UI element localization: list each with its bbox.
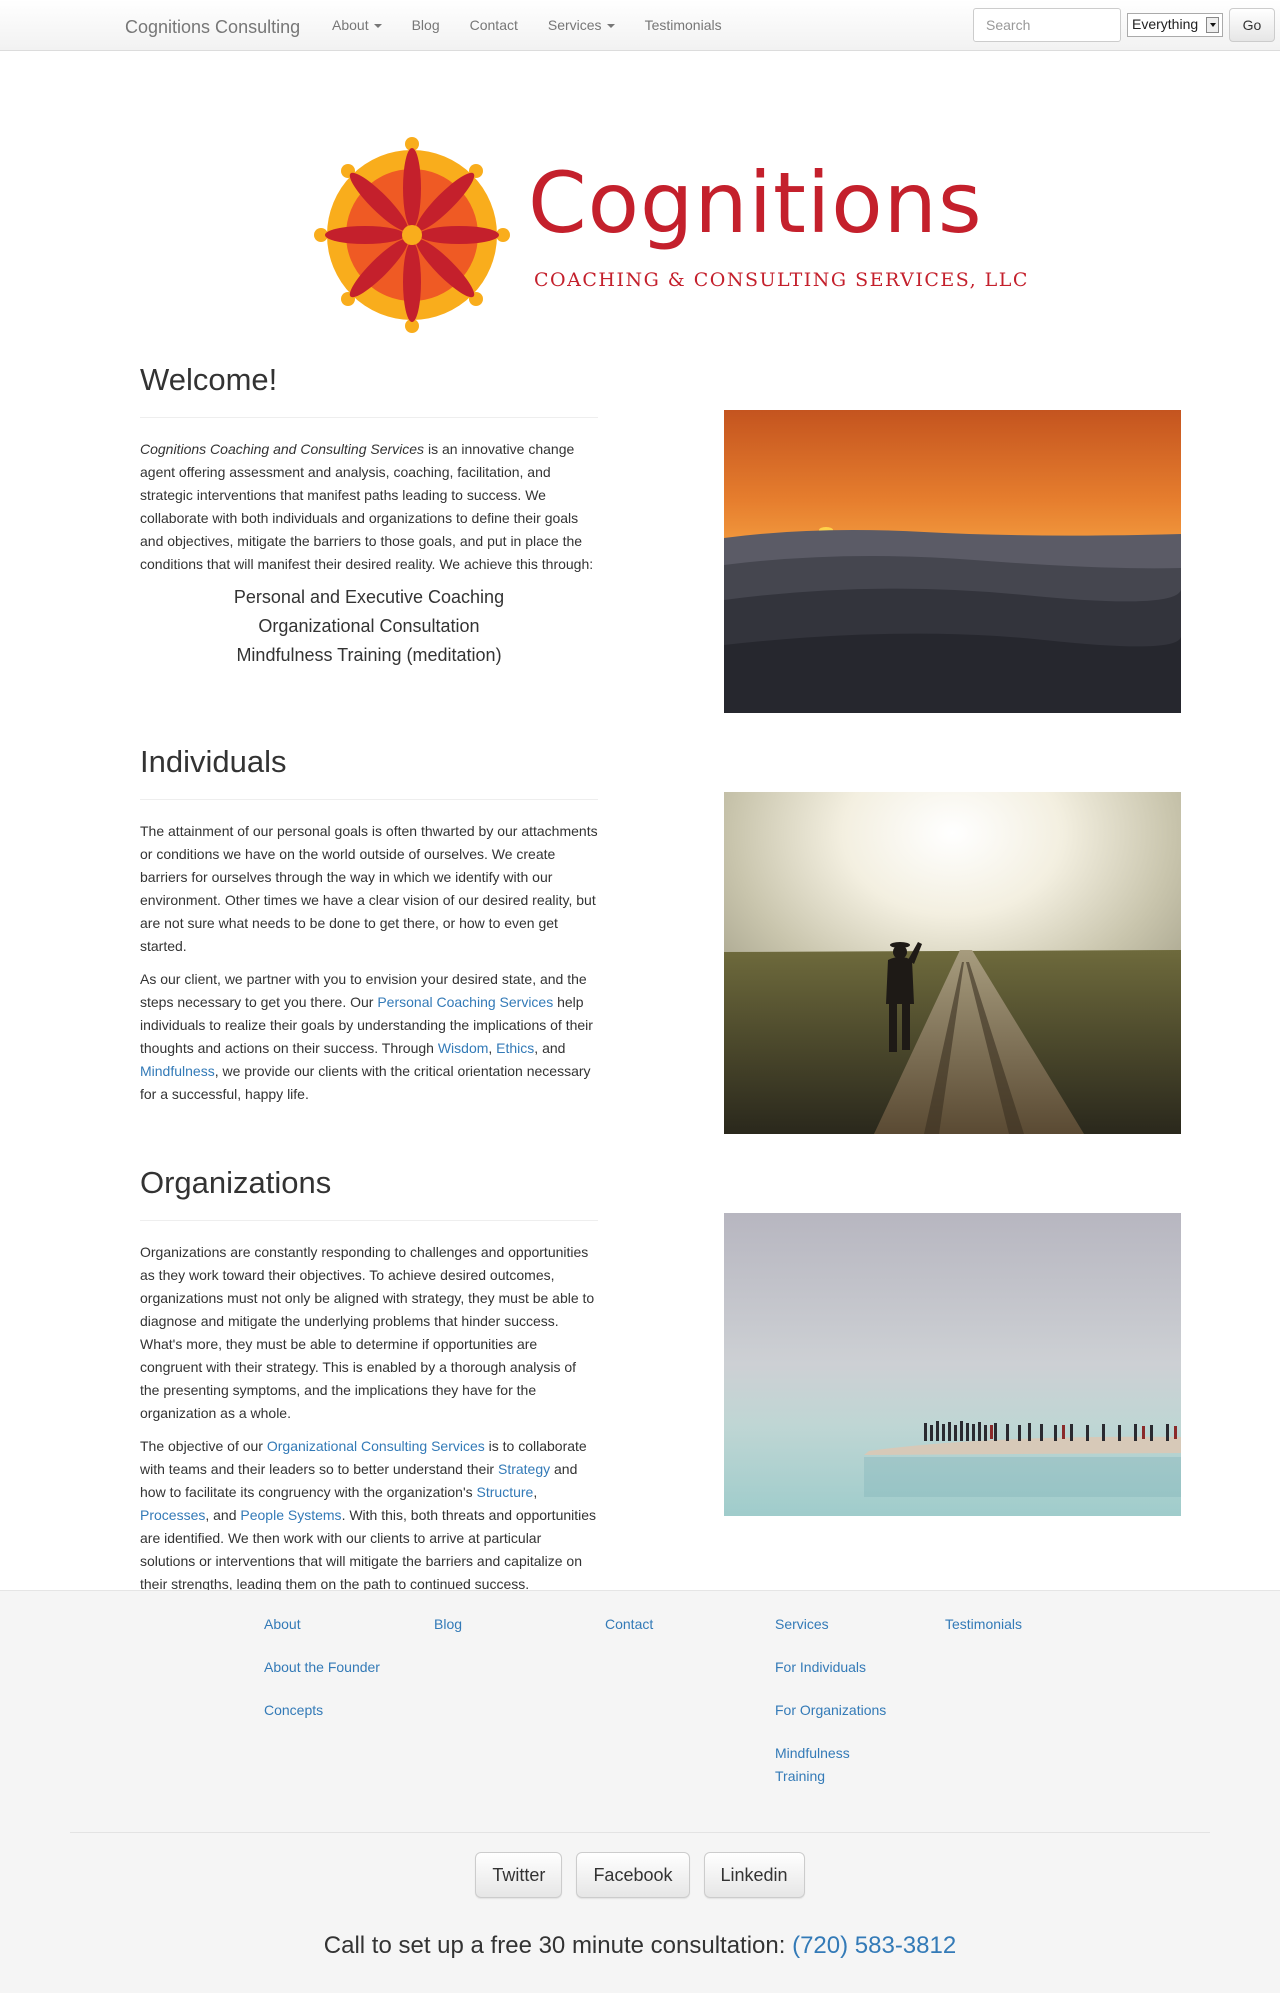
service-item: Organizational Consultation bbox=[258, 616, 480, 637]
site-footer: About About the Founder Concepts Blog Co… bbox=[0, 1590, 1280, 1993]
nav-menu: About Blog Contact Services Testimonials bbox=[332, 0, 752, 51]
footer-link-about-founder[interactable]: About the Founder bbox=[264, 1656, 414, 1679]
text-span: , bbox=[533, 1484, 538, 1501]
mindfulness-link[interactable]: Mindfulness bbox=[140, 1063, 215, 1079]
company-name-italic: Cognitions Coaching and Consulting Servi… bbox=[140, 441, 425, 458]
brand-link[interactable]: Cognitions Consulting bbox=[125, 13, 300, 43]
service-item: Personal and Executive Coaching bbox=[233, 587, 505, 608]
footer-divider bbox=[70, 1832, 1210, 1833]
footer-column-about: About About the Founder Concepts bbox=[264, 1613, 414, 1742]
search-scope-value: Everything bbox=[1132, 16, 1199, 33]
organizations-title: Organizations bbox=[140, 1165, 598, 1222]
strategy-link[interactable]: Strategy bbox=[498, 1461, 550, 1477]
dropdown-arrow-icon bbox=[1206, 17, 1219, 33]
top-navbar: Cognitions Consulting About Blog Contact… bbox=[0, 0, 1280, 51]
ethics-link[interactable]: Ethics bbox=[496, 1040, 534, 1056]
footer-column-contact: Contact bbox=[605, 1613, 755, 1656]
welcome-section: Welcome! Cognitions Coaching and Consult… bbox=[140, 362, 598, 670]
main-content: Welcome! Cognitions Coaching and Consult… bbox=[55, 299, 1225, 1641]
footer-link-for-individuals[interactable]: For Individuals bbox=[775, 1656, 900, 1679]
walker-on-dirt-road-image bbox=[724, 792, 1181, 1134]
logo-wordmark: Cognitions bbox=[528, 154, 983, 252]
linkedin-button[interactable]: Linkedin bbox=[703, 1852, 805, 1898]
individuals-section: Individuals The attainment of our person… bbox=[140, 744, 598, 1116]
text-span: , and bbox=[534, 1040, 566, 1057]
services-list: Personal and Executive Coaching Organiza… bbox=[140, 583, 598, 670]
phone-link[interactable]: (720) 583-3812 bbox=[792, 1932, 956, 1959]
footer-column-testimonials: Testimonials bbox=[945, 1613, 1095, 1656]
logo-tagline: COACHING & CONSULTING SERVICES, LLC bbox=[534, 269, 1029, 291]
footer-link-blog[interactable]: Blog bbox=[434, 1613, 584, 1636]
nav-about[interactable]: About bbox=[332, 14, 382, 37]
search-scope-select[interactable]: Everything bbox=[1127, 13, 1223, 37]
social-buttons: Twitter Facebook Linkedin bbox=[0, 1852, 1280, 1898]
organizations-paragraph-2: The objective of our Organizational Cons… bbox=[140, 1435, 598, 1596]
footer-link-services[interactable]: Services bbox=[775, 1613, 900, 1636]
nav-services-label: Services bbox=[547, 16, 602, 33]
nav-contact[interactable]: Contact bbox=[470, 14, 518, 37]
search-input[interactable] bbox=[973, 8, 1121, 42]
footer-link-mindfulness-training[interactable]: Mindfulness Training bbox=[775, 1742, 865, 1788]
organizational-consulting-link[interactable]: Organizational Consulting Services bbox=[267, 1438, 485, 1454]
nav-blog[interactable]: Blog bbox=[412, 14, 440, 37]
footer-link-about[interactable]: About bbox=[264, 1613, 414, 1636]
organizations-section: Organizations Organizations are constant… bbox=[140, 1165, 598, 1606]
footer-link-concepts[interactable]: Concepts bbox=[264, 1699, 414, 1722]
individuals-title: Individuals bbox=[140, 744, 598, 801]
individuals-paragraph-1: The attainment of our personal goals is … bbox=[140, 823, 598, 955]
nav-testimonials[interactable]: Testimonials bbox=[645, 14, 722, 37]
processes-link[interactable]: Processes bbox=[140, 1507, 205, 1523]
text-span: , bbox=[488, 1040, 497, 1057]
nav-about-label: About bbox=[332, 16, 369, 33]
sunset-mountains-image bbox=[724, 410, 1181, 713]
organizations-paragraph-1: Organizations are constantly responding … bbox=[140, 1244, 595, 1422]
service-item: Mindfulness Training (meditation) bbox=[236, 645, 502, 666]
twitter-button[interactable]: Twitter bbox=[475, 1852, 563, 1898]
individuals-paragraph-2: As our client, we partner with you to en… bbox=[140, 968, 598, 1106]
nav-services[interactable]: Services bbox=[548, 14, 615, 37]
footer-column-blog: Blog bbox=[434, 1613, 584, 1656]
footer-column-services: Services For Individuals For Organizatio… bbox=[775, 1613, 900, 1808]
welcome-intro: Cognitions Coaching and Consulting Servi… bbox=[140, 438, 598, 576]
consultation-cta: Call to set up a free 30 minute consulta… bbox=[0, 1926, 1280, 1966]
welcome-intro-text: is an innovative change agent offering a… bbox=[140, 441, 594, 573]
text-span: , and bbox=[205, 1507, 241, 1524]
chevron-down-icon bbox=[606, 23, 615, 28]
chevron-down-icon bbox=[373, 23, 382, 28]
footer-link-contact[interactable]: Contact bbox=[605, 1613, 755, 1636]
group-on-misty-shore-image bbox=[724, 1213, 1181, 1516]
wisdom-link[interactable]: Wisdom bbox=[438, 1040, 489, 1056]
structure-link[interactable]: Structure bbox=[477, 1484, 534, 1500]
footer-link-for-organizations[interactable]: For Organizations bbox=[775, 1699, 900, 1722]
welcome-title: Welcome! bbox=[140, 362, 598, 419]
cta-text: Call to set up a free 30 minute consulta… bbox=[323, 1932, 793, 1959]
logo-banner: Cognitions COACHING & CONSULTING SERVICE… bbox=[0, 51, 1280, 333]
footer-link-testimonials[interactable]: Testimonials bbox=[945, 1613, 1095, 1636]
search-go-button[interactable]: Go bbox=[1229, 8, 1275, 42]
text-span: The objective of our bbox=[140, 1438, 267, 1455]
facebook-button[interactable]: Facebook bbox=[576, 1852, 690, 1898]
personal-coaching-link[interactable]: Personal Coaching Services bbox=[377, 994, 553, 1010]
people-systems-link[interactable]: People Systems bbox=[240, 1507, 341, 1523]
